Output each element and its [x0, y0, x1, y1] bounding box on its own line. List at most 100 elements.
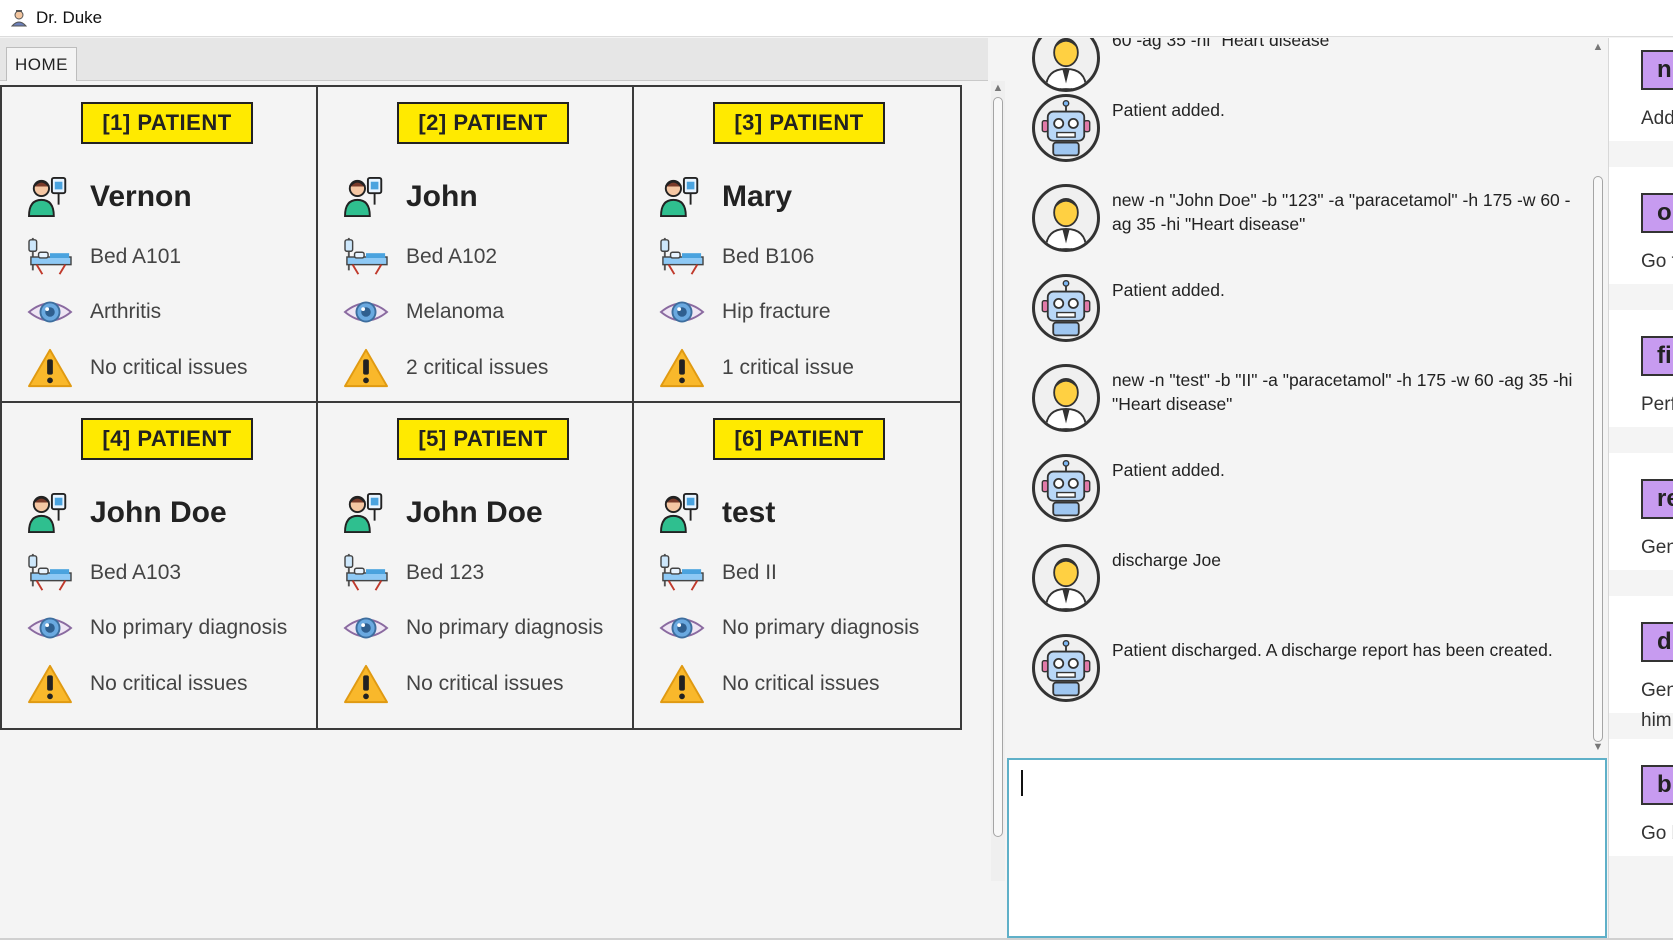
robot-avatar-icon	[1032, 274, 1100, 342]
patient-index-badge: [6] PATIENT	[713, 418, 885, 460]
user-message: discharge Joe	[1032, 544, 1592, 612]
patient-critical-issues-row: No critical issues	[342, 662, 564, 706]
help-pane: n Add o Go t fi Perf re Gen d Gen him b Go b	[1608, 38, 1673, 940]
bot-message: Patient discharged. A discharge report h…	[1032, 634, 1592, 702]
help-command-item: d Gen him	[1609, 596, 1673, 731]
patient-critical-issues-row: 1 critical issue	[658, 346, 854, 390]
patient-diagnosis: Hip fracture	[722, 300, 831, 323]
patient-list-scrollbar[interactable]: ▲	[991, 81, 1005, 881]
patient-critical-issues: 1 critical issue	[722, 356, 854, 379]
bot-message: Patient added.	[1032, 454, 1592, 522]
doctor-avatar-icon	[1032, 544, 1100, 612]
patient-name-row: Vernon	[26, 175, 192, 219]
diagnosis-eye-icon	[26, 606, 74, 650]
hospital-bed-icon	[342, 235, 390, 279]
patient-diagnosis: No primary diagnosis	[722, 616, 920, 639]
help-command-description: Perf	[1641, 390, 1673, 420]
diagnosis-eye-icon	[26, 290, 74, 334]
patient-name: John Doe	[406, 496, 543, 529]
patient-name-row: John Doe	[342, 491, 543, 535]
help-command-name: n	[1641, 50, 1673, 90]
message-text: new -n "John Doe" -b "123" -a "paracetam…	[1112, 190, 1571, 234]
help-command-name: b	[1641, 765, 1673, 805]
chat-pane: 60 -ag 35 -hi "Heart disease" Patient ad…	[1008, 38, 1608, 758]
patient-card[interactable]: [2] PATIENT John Bed A102 Melanoma 2 cri…	[316, 85, 646, 414]
message-text: Patient added.	[1112, 460, 1225, 480]
message-text: discharge Joe	[1112, 550, 1221, 570]
patient-icon	[26, 491, 74, 535]
diagnosis-eye-icon	[342, 290, 390, 334]
patient-bed: Bed A103	[90, 561, 182, 584]
patient-bed-row: Bed A101	[26, 235, 181, 279]
patient-critical-issues-row: No critical issues	[26, 662, 248, 706]
patient-name-row: John	[342, 175, 478, 219]
chat-scroll-down-arrow-icon[interactable]: ▼	[1591, 740, 1605, 754]
help-command-item: re Gen	[1609, 453, 1673, 588]
patient-critical-issues: No critical issues	[90, 672, 248, 695]
tab-home[interactable]: HOME	[6, 47, 77, 81]
doctor-avatar-icon	[1032, 38, 1100, 92]
help-description-line: Gen	[1641, 537, 1673, 558]
patient-diagnosis: Arthritis	[90, 300, 162, 323]
diagnosis-eye-icon	[658, 606, 706, 650]
patient-bed: Bed 123	[406, 561, 485, 584]
user-message: 60 -ag 35 -hi "Heart disease"	[1032, 38, 1592, 92]
patient-card[interactable]: [4] PATIENT John Doe Bed A103 No primary…	[0, 401, 330, 730]
patient-critical-issues-row: No critical issues	[26, 346, 248, 390]
help-command-item: b Go b	[1609, 739, 1673, 874]
help-description-line: him	[1641, 710, 1672, 731]
help-command-name: o	[1641, 193, 1673, 233]
warning-icon	[342, 346, 390, 390]
title-bar: Dr. Duke	[0, 0, 1673, 37]
help-command-description: Go b	[1641, 819, 1673, 849]
patient-card[interactable]: [3] PATIENT Mary Bed B106 Hip fracture 1…	[632, 85, 962, 414]
scrollbar-thumb[interactable]	[993, 97, 1003, 837]
message-text: Patient added.	[1112, 100, 1225, 120]
command-input[interactable]	[1007, 758, 1607, 938]
patient-critical-issues: No critical issues	[406, 672, 564, 695]
patient-critical-issues-row: 2 critical issues	[342, 346, 548, 390]
help-command-item: o Go t	[1609, 167, 1673, 302]
patient-card[interactable]: [1] PATIENT Vernon Bed A101 Arthritis No…	[0, 85, 330, 414]
patient-diagnosis: No primary diagnosis	[90, 616, 288, 639]
patient-bed: Bed A101	[90, 245, 182, 268]
help-description-line: Gen	[1641, 680, 1673, 701]
warning-icon	[26, 662, 74, 706]
patient-diagnosis-row: Hip fracture	[658, 290, 831, 334]
help-command-item: n Add	[1609, 38, 1673, 159]
message-text: new -n "test" -b "II" -a "paracetamol" -…	[1112, 370, 1573, 414]
warning-icon	[658, 662, 706, 706]
tab-strip: HOME	[0, 38, 988, 81]
hospital-bed-icon	[26, 551, 74, 595]
patient-diagnosis-row: Arthritis	[26, 290, 161, 334]
chat-scrollbar[interactable]: ▲ ▼	[1591, 40, 1605, 756]
patient-name: John Doe	[90, 496, 227, 529]
patient-card[interactable]: [5] PATIENT John Doe Bed 123 No primary …	[316, 401, 646, 730]
doctor-avatar-icon	[1032, 364, 1100, 432]
chat-scrollbar-thumb[interactable]	[1593, 176, 1603, 742]
scroll-up-arrow-icon[interactable]: ▲	[991, 81, 1005, 95]
doctor-app-icon	[10, 10, 28, 27]
patient-list-pane: HOME [1] PATIENT Vernon Bed A101 Arthrit…	[0, 38, 1005, 940]
patient-icon	[342, 175, 390, 219]
patient-card[interactable]: [6] PATIENT test Bed II No primary diagn…	[632, 401, 962, 730]
patient-diagnosis-row: No primary diagnosis	[26, 606, 287, 650]
patient-diagnosis: Melanoma	[406, 300, 505, 323]
patient-critical-issues-row: No critical issues	[658, 662, 880, 706]
patient-bed: Bed II	[722, 561, 777, 584]
patient-name-row: John Doe	[26, 491, 227, 535]
help-command-description: Gen	[1641, 533, 1673, 563]
patient-index-badge: [3] PATIENT	[713, 102, 885, 144]
chat-scroll-up-arrow-icon[interactable]: ▲	[1591, 40, 1605, 54]
message-text: Patient discharged. A discharge report h…	[1112, 640, 1553, 660]
help-description-line: Perf	[1641, 394, 1673, 415]
help-description-line: Add	[1641, 108, 1673, 129]
patient-icon	[342, 491, 390, 535]
help-command-name: d	[1641, 622, 1673, 662]
patient-icon	[658, 491, 706, 535]
patient-diagnosis-row: Melanoma	[342, 290, 504, 334]
patient-index-badge: [4] PATIENT	[81, 418, 253, 460]
window-title: Dr. Duke	[36, 8, 103, 27]
patient-diagnosis-row: No primary diagnosis	[658, 606, 919, 650]
patient-index-badge: [5] PATIENT	[397, 418, 569, 460]
